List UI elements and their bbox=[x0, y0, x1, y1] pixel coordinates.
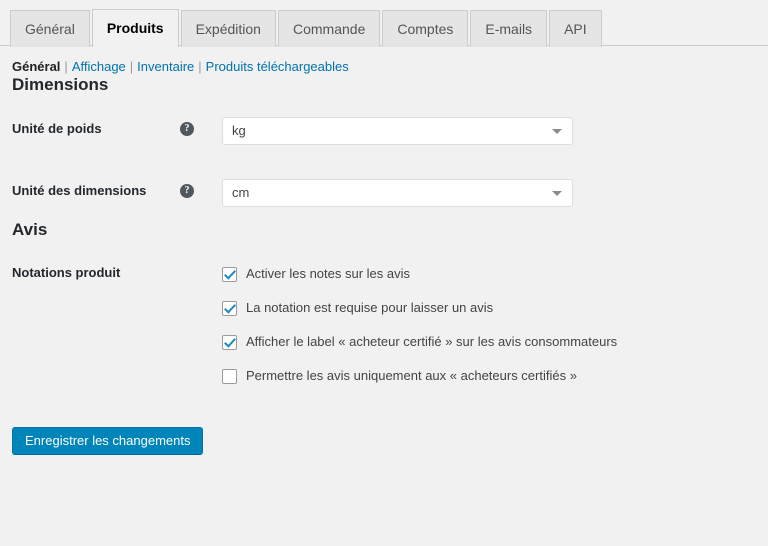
save-changes-button[interactable]: Enregistrer les changements bbox=[12, 427, 203, 455]
field-control-weight-unit: kg bbox=[222, 95, 768, 158]
subnav-item-inventaire[interactable]: Inventaire bbox=[137, 59, 194, 74]
subnav-separator: | bbox=[126, 59, 137, 74]
field-label-dimension-unit: Unité des dimensions ? bbox=[12, 158, 222, 220]
checkbox-label: Activer les notes sur les avis bbox=[246, 266, 410, 282]
table-row: Unité de poids ? kg bbox=[12, 95, 768, 158]
table-row: Unité des dimensions ? cm bbox=[12, 158, 768, 220]
weight-unit-select[interactable]: kg bbox=[222, 117, 573, 145]
subnav-item-produits-telechargeables[interactable]: Produits téléchargeables bbox=[206, 59, 349, 74]
weight-unit-value: kg bbox=[232, 118, 246, 144]
field-control-dimension-unit: cm bbox=[222, 158, 768, 220]
table-row: Notations produit Activer les notes sur … bbox=[12, 240, 768, 406]
dimensions-form-table: Unité de poids ? kg Unité des dimensions… bbox=[12, 95, 768, 220]
chevron-down-icon bbox=[552, 129, 562, 134]
section-title-dimensions: Dimensions bbox=[12, 75, 768, 95]
tab-comptes[interactable]: Comptes bbox=[382, 10, 468, 47]
checkbox-ratings-required[interactable] bbox=[222, 301, 237, 316]
label-text: Unité de poids bbox=[12, 121, 102, 136]
field-control-product-ratings: Activer les notes sur les avis La notati… bbox=[222, 240, 768, 406]
help-icon[interactable]: ? bbox=[180, 122, 194, 136]
product-ratings-checkbox-list: Activer les notes sur les avis La notati… bbox=[222, 257, 758, 393]
form-footer: Enregistrer les changements bbox=[0, 406, 768, 455]
dimension-unit-value: cm bbox=[232, 180, 249, 206]
label-text: Notations produit bbox=[12, 265, 120, 280]
subnav-separator: | bbox=[194, 59, 205, 74]
subnav-separator: | bbox=[60, 59, 71, 74]
checkbox-label: Permettre les avis uniquement aux « ache… bbox=[246, 368, 577, 384]
list-item[interactable]: Permettre les avis uniquement aux « ache… bbox=[222, 359, 758, 393]
subnav-item-general[interactable]: Général bbox=[12, 59, 60, 74]
tab-api[interactable]: API bbox=[549, 10, 602, 47]
settings-content: Dimensions Unité de poids ? kg bbox=[0, 75, 768, 406]
subnav: Général|Affichage|Inventaire|Produits té… bbox=[0, 46, 768, 75]
label-text: Unité des dimensions bbox=[12, 183, 146, 198]
chevron-down-icon bbox=[552, 191, 562, 196]
checkbox-verified-owners-only[interactable] bbox=[222, 369, 237, 384]
dimension-unit-select[interactable]: cm bbox=[222, 179, 573, 207]
checkbox-label: Afficher le label « acheteur certifié » … bbox=[246, 334, 617, 350]
checkbox-show-verified-label[interactable] bbox=[222, 335, 237, 350]
field-label-weight-unit: Unité de poids ? bbox=[12, 95, 222, 158]
section-title-avis: Avis bbox=[12, 220, 768, 240]
tab-produits[interactable]: Produits bbox=[92, 9, 179, 47]
list-item[interactable]: Afficher le label « acheteur certifié » … bbox=[222, 325, 758, 359]
tab-emails[interactable]: E-mails bbox=[470, 10, 547, 47]
checkbox-label: La notation est requise pour laisser un … bbox=[246, 300, 493, 316]
tab-general[interactable]: Général bbox=[10, 10, 90, 47]
list-item[interactable]: La notation est requise pour laisser un … bbox=[222, 291, 758, 325]
tab-expedition[interactable]: Expédition bbox=[181, 10, 276, 47]
avis-form-table: Notations produit Activer les notes sur … bbox=[12, 240, 768, 406]
tab-commande[interactable]: Commande bbox=[278, 10, 380, 47]
list-item[interactable]: Activer les notes sur les avis bbox=[222, 257, 758, 291]
subnav-item-affichage[interactable]: Affichage bbox=[72, 59, 126, 74]
help-icon[interactable]: ? bbox=[180, 184, 194, 198]
settings-tab-bar: GénéralProduitsExpéditionCommandeComptes… bbox=[0, 0, 768, 46]
checkbox-enable-ratings[interactable] bbox=[222, 267, 237, 282]
field-label-product-ratings: Notations produit bbox=[12, 240, 222, 406]
